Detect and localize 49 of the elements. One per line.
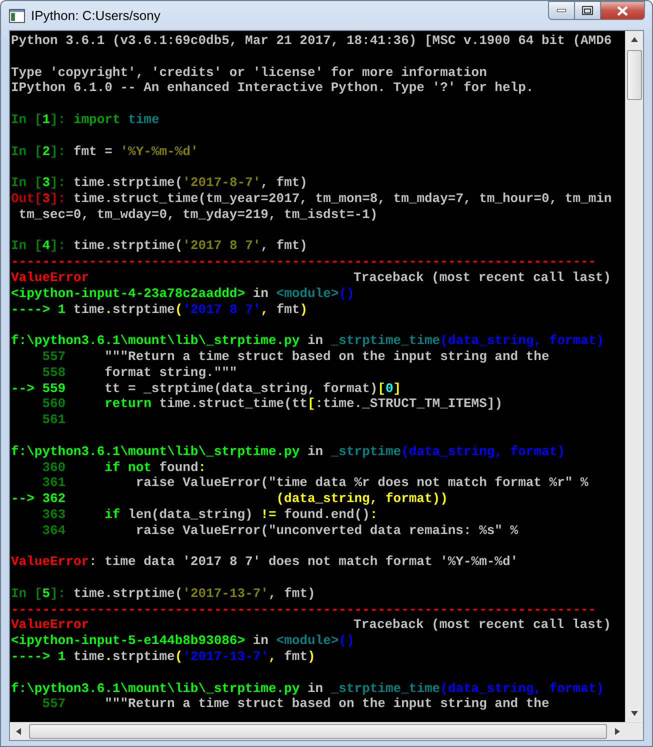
console-line: ValueError: time data '2017 8 7' does not match format '%Y-%m-%d'	[11, 554, 520, 570]
console-line: Type 'copyright', 'credits' or 'license' for more information	[11, 64, 488, 80]
console-line: f:\python3.6.1\mount\lib\_strptime.py in _strptime_time(data_string, format)	[11, 680, 605, 696]
console-line: In [2]: fmt = '%Y-%m-%d'	[11, 144, 200, 160]
console-line: 557 """Return a time struct based on the input string and the	[41, 348, 550, 365]
console-line: --> 559 tt = _strptime(data_string, format)[0]	[11, 380, 402, 396]
down-arrow-icon[interactable]	[631, 711, 638, 716]
maximize-button[interactable]	[574, 1, 601, 20]
console-line: 557 """Return a time struct based on the input string and the	[41, 696, 550, 712]
console-line: Python 3.6.1 (v3.6.1:69c0db5, Mar 21 2017, 18:41:36) [MSC v.1900 64 bit (AMD6	[11, 33, 611, 49]
console-line: <ipython-input-4-23a78c2aaddd> in <module>()	[11, 286, 356, 302]
console-line: 363 if len(data_string) != found.end():	[41, 506, 379, 523]
console-line: 361 raise ValueError("time data %r does not match format %r" %	[41, 475, 590, 492]
console-line: ValueError Traceback (most recent call last)	[11, 270, 611, 286]
scroll-thumb[interactable]	[29, 724, 607, 739]
horizontal-scrollbar[interactable]	[10, 722, 643, 740]
console-line: --> 362 (data_string, format))	[11, 491, 449, 507]
console-line: In [5]: time.strptime('2017-13-7', fmt)	[11, 586, 316, 602]
console-line: f:\python3.6.1\mount\lib\_strptime.py in _strptime_time(data_string, format)	[11, 333, 605, 349]
maximize-icon	[582, 6, 593, 15]
console-line: 360 if not found:	[41, 460, 208, 476]
console-line: ValueError Traceback (most recent call last)	[11, 617, 611, 634]
console-line: 364 raise ValueError("unconverted data remains: %s" %	[41, 522, 520, 538]
console-line: 561	[41, 412, 67, 428]
console-line: In [1]: import time	[11, 112, 160, 128]
left-arrow-icon[interactable]	[16, 728, 21, 735]
vertical-scrollbar[interactable]	[625, 31, 643, 722]
up-arrow-icon[interactable]	[631, 37, 638, 42]
console-line: ----> 1 time.strptime('2017-13-7', fmt)	[11, 649, 316, 665]
close-icon	[617, 6, 628, 16]
console-line: In [4]: time.strptime('2017 8 7', fmt)	[11, 238, 308, 254]
minimize-icon	[557, 9, 566, 12]
window-title: IPython: C:Users/sony	[31, 8, 162, 23]
console-line: ----> 1 time.strptime('2017 8 7', fmt)	[11, 302, 309, 318]
console-line: IPython 6.1.0 -- An enhanced Interactive Python. Type '?' for help.	[11, 80, 535, 96]
console-line: tm_sec=0, tm_wday=0, tm_yday=219, tm_isdst=-1)	[18, 206, 379, 223]
console-line: Out[3]: time.struct_time(tm_year=2017, tm_mon=8, tm_mday=7, tm_hour=0, tm_min	[11, 190, 611, 207]
scroll-thumb[interactable]	[627, 50, 642, 100]
minimize-button[interactable]	[548, 1, 575, 20]
console-line: 560 return time.struct_time(tt[:time._STRUCT_TM_ITEMS])	[41, 396, 504, 412]
console-line: In [3]: time.strptime('2017-8-7', fmt)	[11, 175, 308, 191]
console-line: f:\python3.6.1\mount\lib\_strptime.py in _strptime(data_string, format)	[11, 444, 566, 460]
console-line: ---------------------------------------------------------------------------	[11, 602, 598, 618]
console-line: ---------------------------------------------------------------------------	[11, 254, 598, 270]
console-line: 558 format string."""	[41, 364, 238, 381]
console-line: <ipython-input-5-e144b8b93086> in <module>()	[11, 633, 356, 650]
close-button[interactable]	[600, 1, 645, 20]
console-icon	[9, 8, 25, 22]
right-arrow-icon[interactable]	[615, 728, 620, 735]
